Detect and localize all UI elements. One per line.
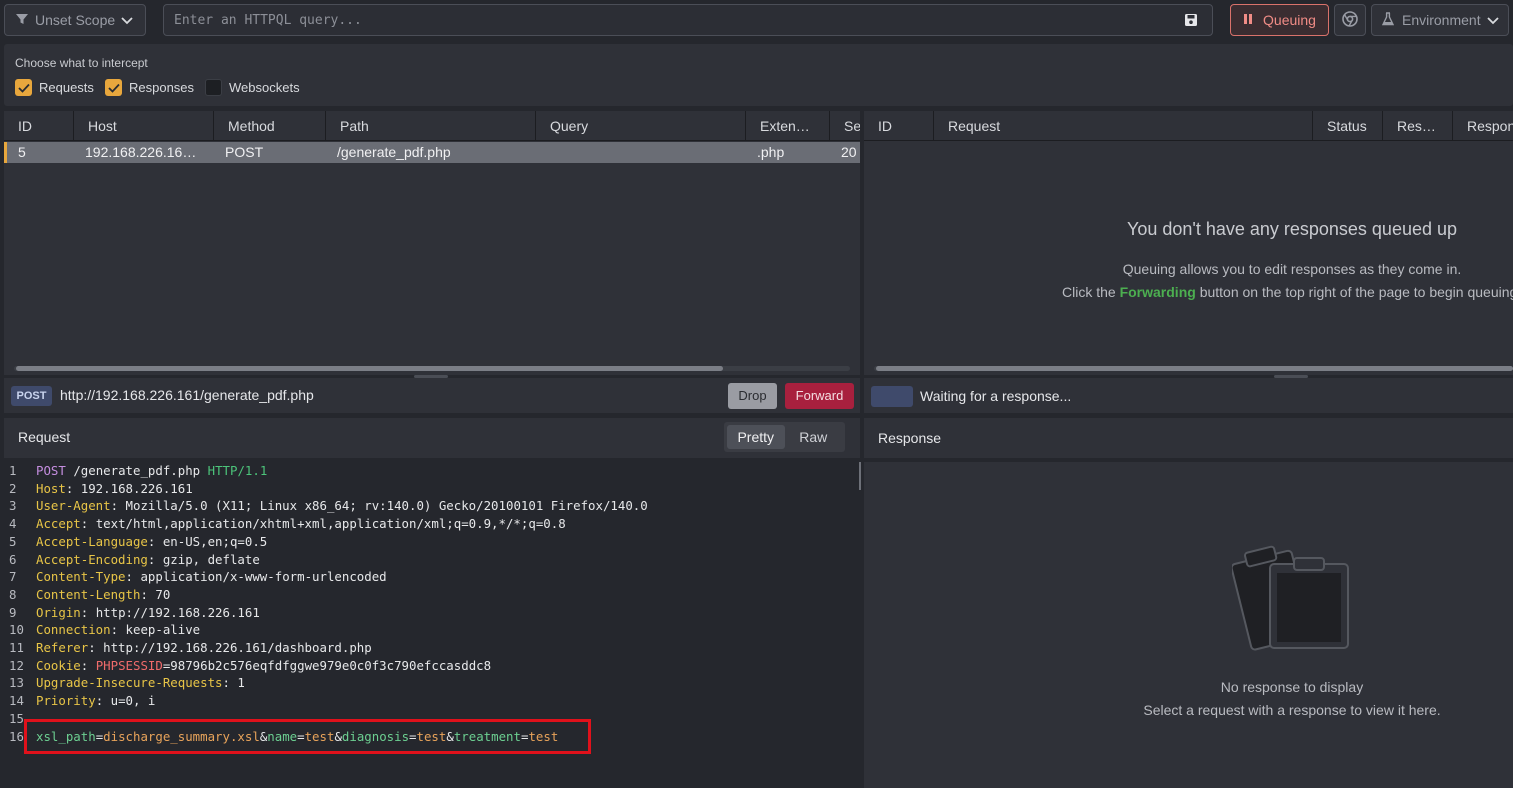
queuing-label: Queuing [1263, 12, 1316, 28]
column-header-path[interactable]: Path [326, 111, 536, 141]
websockets-checkbox[interactable]: Websockets [205, 79, 300, 96]
pretty-view-button[interactable]: Pretty [727, 425, 785, 449]
response-pane-header [864, 418, 1513, 458]
empty-response-title: No response to display [1220, 679, 1364, 695]
drop-button[interactable]: Drop [728, 383, 777, 409]
code-line: 11 Referer: http://192.168.226.161/dashbo… [9, 640, 372, 655]
code-line: 6 Accept-Encoding: gzip, deflate [9, 551, 260, 567]
cell-extension: .php [757, 144, 785, 160]
column-header-se[interactable]: Se [830, 111, 860, 141]
empty-queue-line2-prefix: Click the [1062, 284, 1120, 300]
editor-scrollbar[interactable] [859, 462, 861, 490]
queuing-toggle-button[interactable]: Queuing [1230, 4, 1329, 36]
environment-label: Environment [1402, 12, 1481, 28]
httpql-query-input[interactable] [164, 12, 1164, 28]
code-line: 7 Content-Type: application/x-www-form-ur… [9, 569, 387, 585]
top-toolbar: Unset Scope Queuing Environment [0, 0, 1513, 40]
httpql-query-box [163, 4, 1213, 36]
scrollbar-thumb[interactable] [876, 366, 1513, 371]
column-header-method[interactable]: Method [214, 111, 326, 141]
cell-method: POST [225, 144, 264, 160]
request-queue-table: ID Host Method Path Query Exten… Se 5 19… [4, 111, 860, 375]
clipboard-icon [1230, 538, 1352, 656]
code-line: 4 Accept: text/html,application/xhtml+xml… [9, 516, 566, 532]
code-line: 13 Upgrade-Insecure-Requests: 1 [9, 675, 245, 691]
status-badge [871, 386, 913, 407]
column-header-extension[interactable]: Exten… [746, 111, 830, 141]
save-icon[interactable] [1184, 13, 1198, 30]
request-queue-header: ID Host Method Path Query Exten… Se [4, 111, 860, 141]
column-header-response[interactable]: Respon [1453, 111, 1513, 141]
request-queue-scrollbar[interactable] [4, 364, 860, 372]
browser-button[interactable] [1334, 4, 1366, 36]
empty-queue-line2-suffix: button on the top right of the page to b… [1195, 284, 1513, 300]
cell-query [536, 142, 746, 163]
forward-button[interactable]: Forward [785, 383, 854, 409]
code-line: 12 Cookie: PHPSESSID=98796b2c576eqfdfggwe… [9, 657, 492, 673]
requests-checkbox-label: Requests [39, 80, 94, 95]
code-line: 2 Host: 192.168.226.161 [9, 480, 193, 496]
column-header-id[interactable]: ID [4, 111, 74, 141]
checkmark-icon [105, 79, 122, 96]
cell-se: 20 [841, 144, 857, 160]
waiting-status-text: Waiting for a response... [920, 388, 1072, 404]
intercept-options-panel: Choose what to intercept Requests Respon… [4, 44, 1513, 106]
cell-id: 5 [18, 144, 26, 160]
response-queue-header: ID Request Status Res… Respon [864, 111, 1513, 141]
annotation-highlight-box [24, 719, 591, 754]
pause-icon [1243, 12, 1253, 28]
table-row[interactable]: 5 192.168.226.16… POST /generate_pdf.php… [4, 142, 860, 163]
forwarding-link: Forwarding [1119, 284, 1196, 300]
column-header-host[interactable]: Host [74, 111, 214, 141]
code-line: 9 Origin: http://192.168.226.161 [9, 604, 260, 620]
empty-queue-title: You don't have any responses queued up [1126, 219, 1458, 239]
checkmark-icon [15, 79, 32, 96]
scope-selector[interactable]: Unset Scope [4, 4, 146, 36]
method-badge: POST [11, 386, 52, 406]
code-line: 1 POST /generate_pdf.php HTTP/1.1 [9, 463, 268, 478]
column-header-id[interactable]: ID [864, 111, 934, 141]
response-pane-title: Response [878, 430, 942, 446]
column-header-status[interactable]: Status [1313, 111, 1383, 141]
response-empty-state: No response to display Select a request … [864, 462, 1513, 788]
websockets-checkbox-label: Websockets [229, 80, 300, 95]
responses-checkbox[interactable]: Responses [105, 79, 194, 96]
requests-checkbox[interactable]: Requests [15, 79, 94, 96]
code-line: 8 Content-Length: 70 [9, 586, 171, 602]
cell-host: 192.168.226.16… [85, 144, 197, 160]
column-header-request[interactable]: Request [934, 111, 1313, 141]
filter-icon [15, 12, 29, 29]
responses-checkbox-label: Responses [129, 80, 195, 95]
code-line: 10 Connection: keep-alive [9, 622, 201, 638]
cell-path: /generate_pdf.php [337, 144, 451, 160]
request-pane-title: Request [18, 429, 71, 445]
request-url: http://192.168.226.161/generate_pdf.php [60, 387, 314, 403]
intercept-options-title: Choose what to intercept [15, 56, 148, 70]
column-header-query[interactable]: Query [536, 111, 746, 141]
unchecked-box-icon [205, 79, 222, 96]
empty-response-subtitle: Select a request with a response to view… [1143, 702, 1441, 718]
column-header-response-length[interactable]: Res… [1383, 111, 1453, 141]
view-mode-toggle: Pretty Raw [724, 422, 845, 452]
environment-selector[interactable]: Environment [1371, 4, 1509, 36]
code-line: 3 User-Agent: Mozilla/5.0 (X11; Linux x86… [9, 498, 648, 514]
response-queue-scrollbar[interactable] [864, 364, 1513, 372]
response-queue-table: ID Request Status Res… Respon You don't … [864, 111, 1513, 375]
scrollbar-thumb[interactable] [16, 366, 723, 371]
chevron-down-icon [121, 12, 133, 28]
chevron-down-icon [1486, 12, 1499, 28]
code-line: 14 Priority: u=0, i [9, 693, 156, 709]
chrome-icon [1342, 10, 1358, 30]
empty-queue-line1: Queuing allows you to edit responses as … [1122, 261, 1462, 277]
scope-label: Unset Scope [35, 12, 116, 28]
empty-queue-line2: Click the Forwarding button on the top r… [1062, 284, 1513, 300]
raw-view-button[interactable]: Raw [785, 425, 843, 449]
code-line: 5 Accept-Language: en-US,en;q=0.5 [9, 533, 268, 549]
flask-icon [1381, 11, 1395, 29]
